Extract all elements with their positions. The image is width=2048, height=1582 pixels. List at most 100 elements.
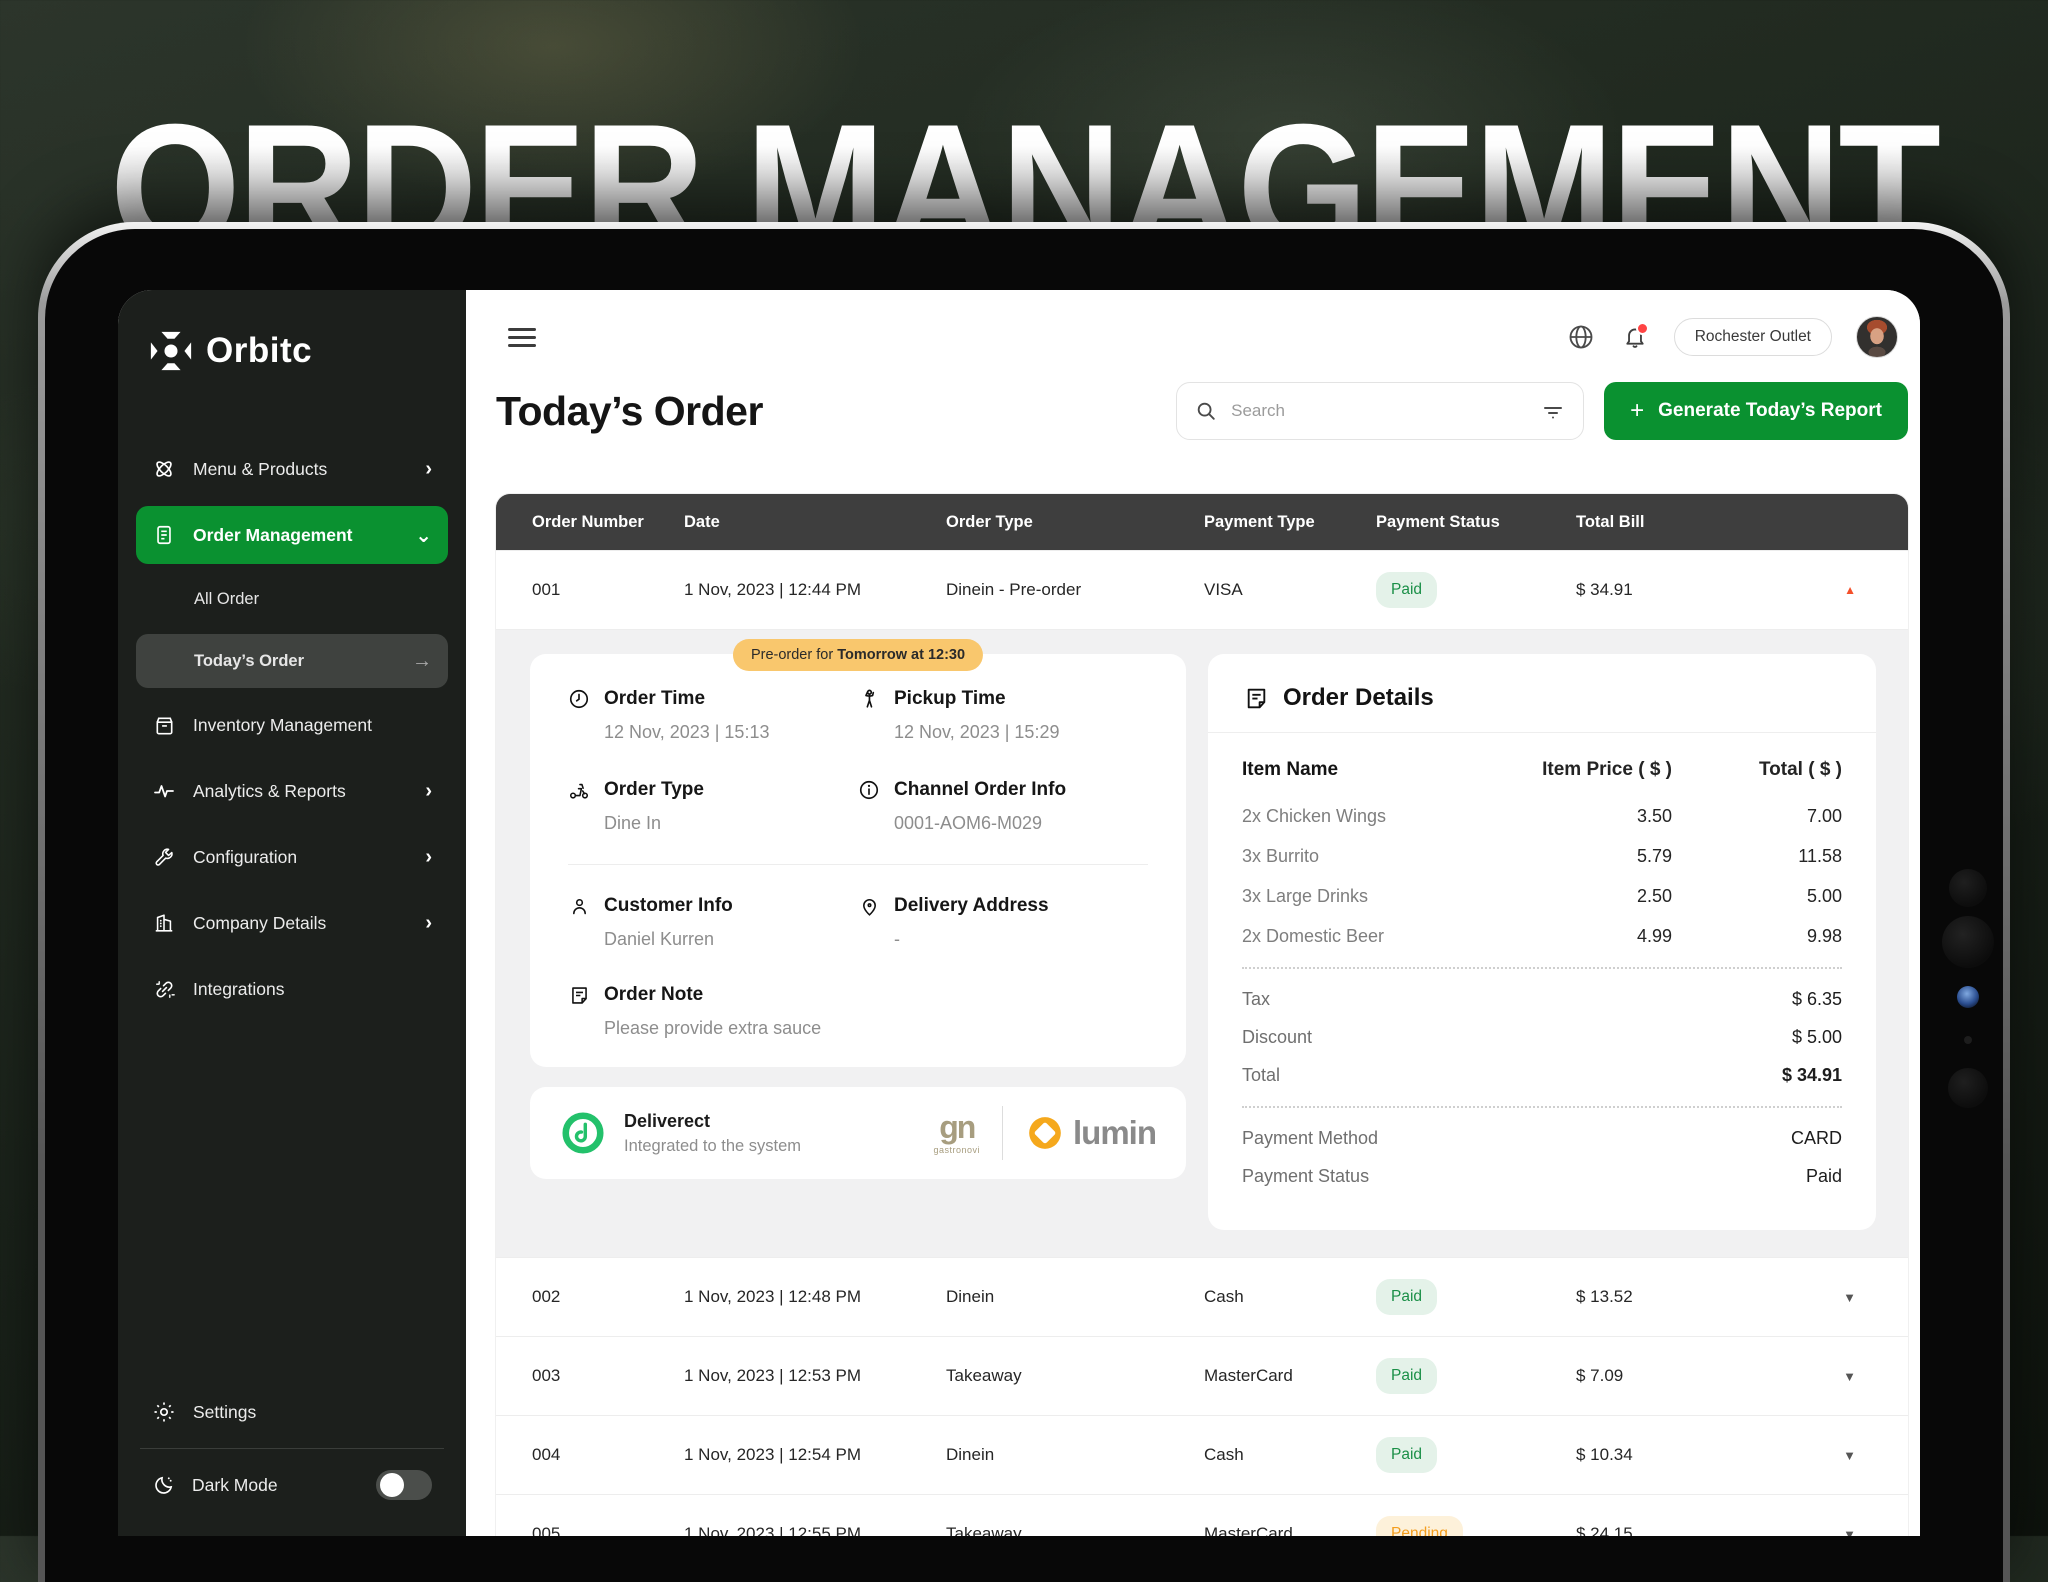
chevron-right-icon: › xyxy=(425,911,432,934)
dark-mode-label: Dark Mode xyxy=(192,1474,278,1495)
col-order-type: Order Type xyxy=(946,512,1033,531)
col-payment-status: Payment Status xyxy=(1376,512,1500,531)
orbitc-logo-icon xyxy=(148,328,194,374)
pulse-icon xyxy=(152,779,176,803)
expand-row-icon[interactable]: ▼ xyxy=(1816,1290,1908,1305)
link-icon xyxy=(152,977,176,1001)
sidebar-item-configuration[interactable]: Configuration › xyxy=(136,828,448,886)
integration-card: Deliverect Integrated to the system gn g… xyxy=(530,1087,1186,1179)
wrench-icon xyxy=(152,845,176,869)
sidebar-item-todays-order[interactable]: Today’s Order → xyxy=(136,634,448,688)
expand-row-icon[interactable]: ▼ xyxy=(1816,1527,1908,1537)
sidebar-item-label: Order Management xyxy=(193,524,353,545)
main-content: Rochester Outlet Today’s Order Search + … xyxy=(466,290,1920,1536)
sidebar-item-order-management[interactable]: Order Management ⌄ xyxy=(136,506,448,564)
tablet-camera-lens xyxy=(1942,916,1994,968)
chevron-right-icon: › xyxy=(425,457,432,480)
search-input[interactable] xyxy=(1229,400,1530,422)
order-info-card: Pre-order for Tomorrow at 12:30 Order Ti… xyxy=(530,639,1186,1067)
sidebar-item-settings[interactable]: Settings xyxy=(136,1386,448,1438)
field-order-note: Order Note Please provide extra sauce xyxy=(568,984,1148,1039)
sidebar-item-menu-products[interactable]: Menu & Products › xyxy=(136,440,448,498)
topbar: Rochester Outlet xyxy=(508,316,1898,358)
table-row[interactable]: 004 1 Nov, 2023 | 12:54 PM Dinein Cash P… xyxy=(496,1415,1908,1494)
divider xyxy=(140,1448,444,1449)
app-screen: Orbitc Menu & Products › Order Managemen… xyxy=(118,290,1920,1536)
atom-icon xyxy=(152,457,176,481)
sidebar-item-label: Menu & Products xyxy=(193,458,328,479)
field-delivery-address: Delivery Address - xyxy=(858,895,1148,950)
lumin-flower-icon xyxy=(1025,1113,1065,1153)
tablet-camera-lens xyxy=(1957,986,1979,1008)
col-date: Date xyxy=(684,512,720,531)
table-row[interactable]: 001 1 Nov, 2023 | 12:44 PM Dinein - Pre-… xyxy=(496,550,1908,629)
logo: Orbitc xyxy=(148,328,312,374)
generate-report-button[interactable]: + Generate Today’s Report xyxy=(1604,382,1908,440)
dotted-divider xyxy=(1242,1106,1842,1108)
sidebar-item-label: Today’s Order xyxy=(194,651,305,670)
order-details-title: Order Details xyxy=(1283,684,1434,711)
document-icon xyxy=(152,523,176,547)
collapse-row-icon[interactable]: ▲ xyxy=(1816,583,1908,597)
arrow-right-icon: → xyxy=(412,649,432,672)
globe-icon[interactable] xyxy=(1566,322,1596,352)
dark-mode-toggle[interactable] xyxy=(376,1470,432,1500)
avatar[interactable] xyxy=(1856,316,1898,358)
building-icon xyxy=(152,911,176,935)
table-row[interactable]: 003 1 Nov, 2023 | 12:53 PM Takeaway Mast… xyxy=(496,1336,1908,1415)
tablet-mic-dot xyxy=(1964,1036,1972,1044)
sidebar-item-integrations[interactable]: Integrations xyxy=(136,960,448,1018)
sidebar-item-all-order[interactable]: All Order xyxy=(136,572,448,626)
clock-icon xyxy=(568,688,590,710)
payment-method-row: Payment Method CARD xyxy=(1242,1128,1842,1148)
scooter-icon xyxy=(568,779,590,801)
pickup-person-icon xyxy=(858,688,880,710)
table-row[interactable]: 002 1 Nov, 2023 | 12:48 PM Dinein Cash P… xyxy=(496,1257,1908,1336)
sidebar-nav: Menu & Products › Order Management ⌄ All… xyxy=(136,440,448,1026)
logo-text: Orbitc xyxy=(206,331,313,370)
search-icon xyxy=(1195,400,1217,422)
expand-row-icon[interactable]: ▼ xyxy=(1816,1448,1908,1463)
table-header: Order Number Date Order Type Payment Typ… xyxy=(496,494,1908,550)
field-channel-order-info: Channel Order Info 0001-AOM6-M029 xyxy=(858,779,1148,834)
status-badge: Paid xyxy=(1376,1279,1438,1315)
divider xyxy=(1002,1106,1003,1160)
moon-icon xyxy=(152,1474,175,1497)
table-row[interactable]: 005 1 Nov, 2023 | 12:55 PM Takeaway Mast… xyxy=(496,1494,1908,1536)
expanded-order-detail: Pre-order for Tomorrow at 12:30 Order Ti… xyxy=(496,629,1908,1257)
preorder-badge: Pre-order for Tomorrow at 12:30 xyxy=(732,639,984,671)
tablet-camera-lens xyxy=(1949,869,1987,907)
expand-row-icon[interactable]: ▼ xyxy=(1816,1369,1908,1384)
map-pin-icon xyxy=(858,895,880,917)
outlet-selector[interactable]: Rochester Outlet xyxy=(1673,318,1832,356)
sidebar-item-label: All Order xyxy=(194,589,260,608)
gastronovi-logo: gn gastronovi xyxy=(933,1109,980,1155)
divider xyxy=(568,864,1148,865)
sidebar-item-company-details[interactable]: Company Details › xyxy=(136,894,448,952)
note-icon xyxy=(1244,686,1269,711)
filter-icon[interactable] xyxy=(1541,399,1565,423)
title-row: Today’s Order + Generate Today’ xyxy=(496,382,1908,440)
deliverect-logo-icon xyxy=(560,1110,606,1156)
payment-status-row: Payment Status Paid xyxy=(1242,1166,1842,1186)
tablet-camera-lens xyxy=(1948,1068,1988,1108)
integration-name: Deliverect xyxy=(624,1110,711,1131)
page-title: Today’s Order xyxy=(496,387,763,434)
info-icon xyxy=(858,779,880,801)
field-pickup-time: Pickup Time 12 Nov, 2023 | 15:29 xyxy=(858,688,1148,743)
sidebar-item-label: Configuration xyxy=(193,846,298,867)
plus-icon: + xyxy=(1630,397,1645,424)
dark-mode-row: Dark Mode xyxy=(136,1459,448,1511)
order-items-table: Item Name Item Price ( $ ) Total ( $ ) 2… xyxy=(1242,759,1842,946)
notification-bell-icon[interactable] xyxy=(1620,322,1650,352)
sidebar-item-analytics-reports[interactable]: Analytics & Reports › xyxy=(136,762,448,820)
sidebar: Orbitc Menu & Products › Order Managemen… xyxy=(118,290,466,1536)
field-customer-info: Customer Info Daniel Kurren xyxy=(568,895,858,950)
sidebar-footer: Settings Dark Mode xyxy=(136,1386,448,1511)
sidebar-item-inventory-management[interactable]: Inventory Management xyxy=(136,696,448,754)
divider xyxy=(1208,732,1876,733)
hamburger-menu-icon[interactable] xyxy=(508,323,536,352)
field-order-type: Order Type Dine In xyxy=(568,779,858,834)
integration-desc: Integrated to the system xyxy=(624,1136,802,1155)
summary-row: Tax $ 6.35 xyxy=(1242,989,1842,1009)
